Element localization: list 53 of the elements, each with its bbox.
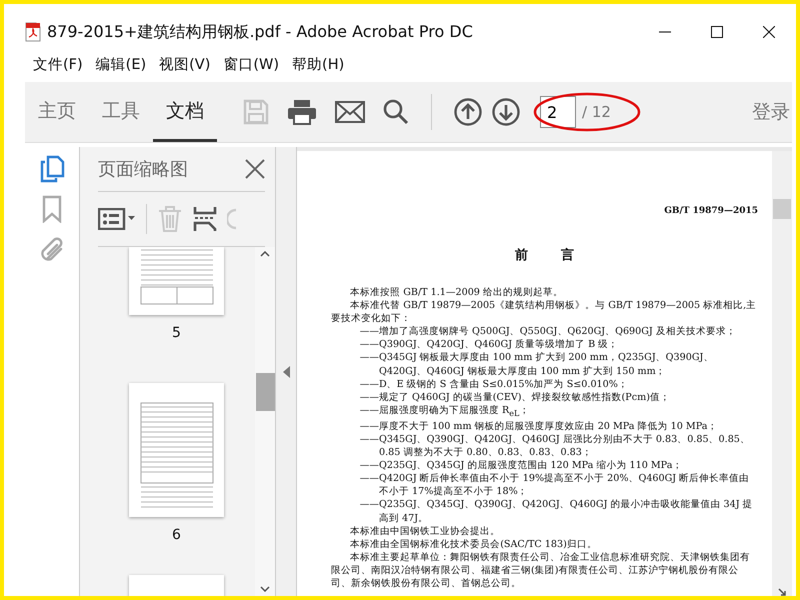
paragraph: 本标准代替 GB/T 19879—2005《建筑结构用钢板》。与 GB/T 19879—2005 标准相比,主要技术变化如下：	[331, 299, 758, 326]
list-item: ——Q390GJ、Q420GJ、Q460GJ 质量等级增加了 B 级；	[360, 338, 620, 352]
page-label: 6	[172, 527, 181, 543]
menu-item[interactable]: 帮助(H)	[288, 54, 354, 74]
paragraph: 本标准主要起草单位：舞阳钢铁有限责任公司、冶金工业信息标准研究院、天津钢铁集团有限公司、南阳汉冶特钢有限公司、福建省三钢(集团)有限责任公司、江苏沪宁钢机股份有限公司、新余钢铁股份有限公司、首钢总公司。	[331, 550, 752, 590]
list-item: ——D、E 级钢的 S 含量由 S≤0.015%加严为 S≤0.010%；	[360, 378, 629, 391]
list-item: ——Q345GJ、Q390GJ、Q420GJ、Q460GJ 屈强比分别由不大于 0.83、0.85、0.85、0.85 调整为不大于 0.80、0.83、0.83、0.83；	[360, 432, 751, 460]
sign-in-link[interactable]: 登录	[752, 99, 792, 125]
menu-item[interactable]: 编辑(E)	[92, 54, 156, 74]
close-icon[interactable]	[763, 26, 775, 38]
search-icon[interactable]	[383, 99, 409, 125]
scrollbar-thumb[interactable]	[773, 199, 791, 219]
toolbar-tab[interactable]: 主页	[25, 82, 89, 142]
paragraph: 本标准由全国钢标准化技术委员会(SAC/TC 183)归口。	[349, 538, 598, 551]
resize-grip-icon	[778, 588, 786, 596]
options-menu-icon[interactable]	[98, 208, 136, 230]
paragraph: 本标准按照 GB/T 1.1—2009 给出的规则起草。	[349, 286, 564, 300]
page-count: / 12	[582, 103, 611, 121]
menu-item[interactable]: 视图(V)	[155, 54, 220, 74]
list-item: ——Q345GJ 钢板最大厚度由 100 mm 扩大到 200 mm，Q235GJ、Q390GJ、Q420GJ、Q460GJ 钢板最大厚度由 100 mm 扩大到 150 mm；	[360, 351, 714, 378]
insert-page-icon[interactable]	[193, 205, 217, 233]
list-item: ——规定了 Q460GJ 的碳当量(CEV)、焊接裂纹敏感性指数(Pcm)值；	[360, 390, 671, 404]
list-item: ——Q420GJ 断后伸长率值由不小于 19%提高至不小于 20%、Q460GJ 断后伸长率值由不小于 17%提高至不小于 18%；	[360, 472, 750, 498]
window-title: 879-2015+建筑结构用钢板.pdf - Adobe Acrobat Pro DC	[47, 22, 474, 42]
list-item: ——Q235GJ、Q345GJ 的屈服强度范围由 120 MPa 缩小为 110 MPa；	[360, 459, 684, 472]
menu-item[interactable]: 窗口(W)	[219, 54, 288, 74]
scroll-down-icon[interactable]	[260, 586, 270, 592]
menu-item[interactable]: 文件(F)	[29, 54, 92, 74]
collapse-panel-icon[interactable]	[282, 366, 290, 378]
arrow-down-circle-icon[interactable]	[492, 98, 520, 126]
page-thumbnail[interactable]	[129, 247, 224, 315]
arrow-up-circle-icon[interactable]	[454, 98, 482, 126]
document-code: GB/T 19879—2015	[663, 206, 758, 216]
toolbar-tab[interactable]: 文档	[153, 82, 217, 142]
toolbar-tab[interactable]: 工具	[89, 82, 153, 142]
list-item: ——增加了高强度钢牌号 Q500GJ、Q550GJ、Q620GJ、Q690GJ 及相关技术要求；	[360, 325, 737, 338]
document-heading: 前 言	[514, 246, 576, 264]
list-item: ——屈服强度明确为下屈服强度 R$_{eL}$；	[360, 404, 530, 420]
panel-title: 页面缩略图	[98, 158, 189, 181]
page-label: 5	[172, 325, 181, 341]
page-thumbnail[interactable]	[129, 383, 224, 517]
paragraph: 本标准由中国钢铁工业协会提出。	[349, 524, 502, 538]
mail-icon[interactable]	[335, 101, 365, 123]
pdf-file-icon	[25, 22, 41, 42]
paperclip-icon[interactable]	[39, 235, 65, 263]
scrollbar-thumb[interactable]	[256, 372, 274, 410]
list-item: ——厚度不大于 100 mm 钢板的屈服强度厚度效应由 20 MPa 降低为 10 MPa；	[360, 420, 718, 433]
maximize-icon[interactable]	[711, 26, 723, 38]
list-item: ——Q235GJ、Q345GJ、Q390GJ、Q420GJ、Q460GJ 的最小冲击吸收能量值由 34J 提高到 47J。	[360, 498, 754, 525]
scroll-up-icon[interactable]	[260, 251, 270, 257]
pages-icon[interactable]	[39, 155, 65, 183]
print-icon[interactable]	[287, 99, 317, 125]
page-thumbnail[interactable]	[129, 575, 224, 596]
